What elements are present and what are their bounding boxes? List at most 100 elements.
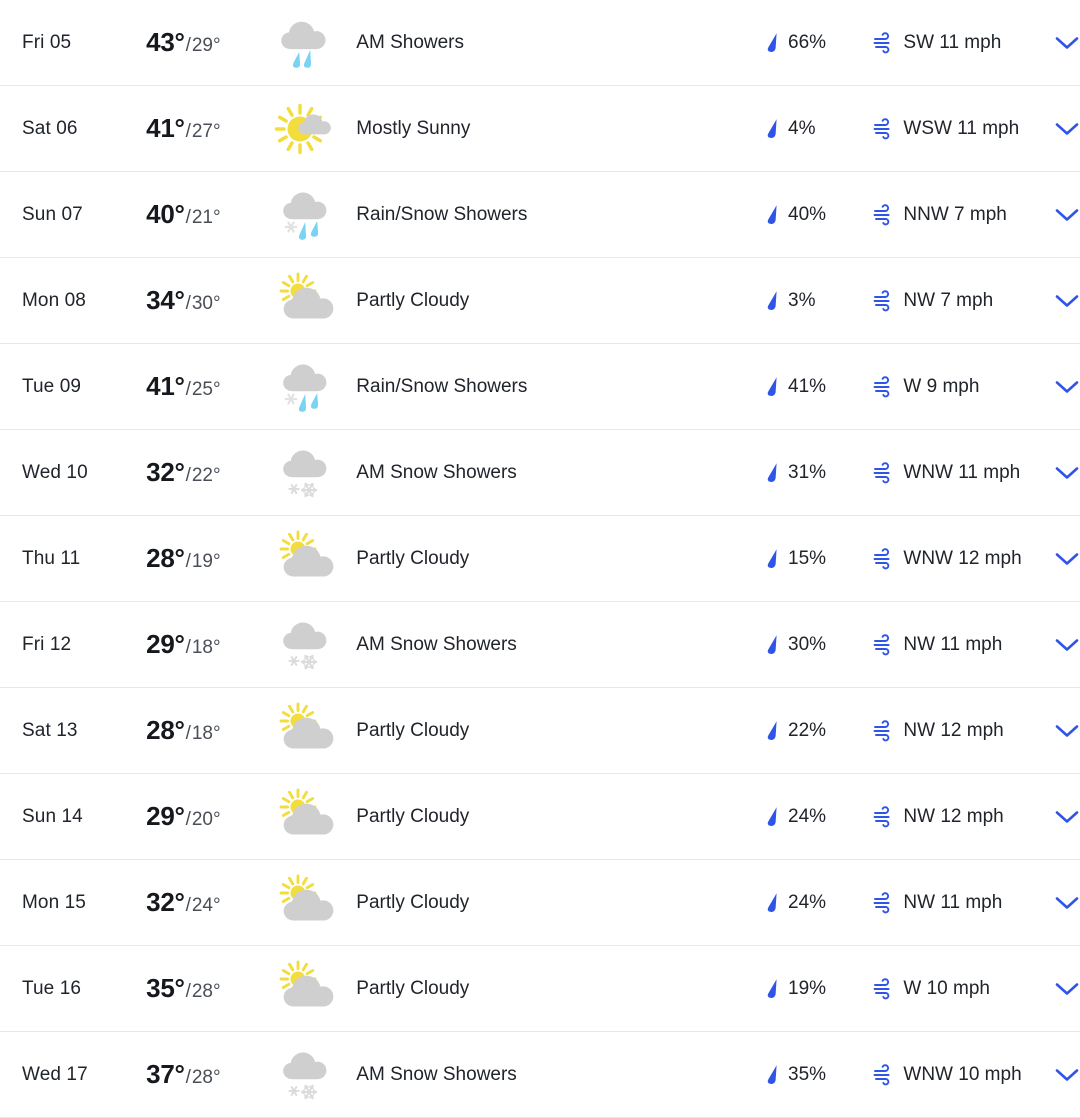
forecast-precipitation: 19% <box>765 977 873 1001</box>
forecast-row[interactable]: Tue 0941°/25°Rain/Snow Showers41%W 9 mph <box>0 344 1080 430</box>
temperature-separator: / <box>186 637 191 659</box>
forecast-row[interactable]: Sat 0641°/27°Mostly Sunny4%WSW 11 mph <box>0 86 1080 172</box>
temperature-high: 41° <box>146 371 184 402</box>
expand-row-button[interactable] <box>1036 637 1080 653</box>
forecast-wind: WNW 10 mph <box>873 1064 1036 1086</box>
wind-icon <box>873 291 895 311</box>
forecast-row[interactable]: Wed 1737°/28°AM Snow Showers35%WNW 10 mp… <box>0 1032 1080 1118</box>
forecast-day: Wed 17 <box>0 1064 146 1086</box>
condition-label: Partly Cloudy <box>356 720 469 742</box>
temperature-low: 22° <box>192 465 221 487</box>
wind-value: W 9 mph <box>903 376 979 398</box>
temperature-high: 35° <box>146 973 184 1004</box>
raindrop-icon <box>765 461 781 485</box>
temperature-separator: / <box>186 1067 191 1089</box>
chevron-down-icon[interactable] <box>1054 293 1080 309</box>
forecast-day: Sat 13 <box>0 720 146 742</box>
forecast-wind: W 9 mph <box>873 376 1036 398</box>
temperature-separator: / <box>186 379 191 401</box>
temperature-separator: / <box>186 723 191 745</box>
rain-showers-icon <box>274 12 350 74</box>
temperature-low: 27° <box>192 121 221 143</box>
raindrop-icon <box>765 633 781 657</box>
chevron-down-icon[interactable] <box>1054 637 1080 653</box>
temperature-separator: / <box>186 809 191 831</box>
forecast-row[interactable]: Sat 1328°/18°Partly Cloudy22%NW 12 mph <box>0 688 1080 774</box>
chevron-down-icon[interactable] <box>1054 1067 1080 1083</box>
temperature-low: 18° <box>192 723 221 745</box>
forecast-row[interactable]: Sun 0740°/21°Rain/Snow Showers40%NNW 7 m… <box>0 172 1080 258</box>
chevron-down-icon[interactable] <box>1054 35 1080 51</box>
partly-cloudy-icon <box>274 270 350 332</box>
temperature-separator: / <box>186 551 191 573</box>
forecast-row[interactable]: Tue 1635°/28°Partly Cloudy19%W 10 mph <box>0 946 1080 1032</box>
expand-row-button[interactable] <box>1036 551 1080 567</box>
precipitation-value: 41% <box>788 376 826 398</box>
expand-row-button[interactable] <box>1036 121 1080 137</box>
temperature-high: 32° <box>146 887 184 918</box>
condition-label: Partly Cloudy <box>356 892 469 914</box>
forecast-day: Fri 05 <box>0 32 146 54</box>
forecast-row[interactable]: Fri 1229°/18°AM Snow Showers30%NW 11 mph <box>0 602 1080 688</box>
expand-row-button[interactable] <box>1036 379 1080 395</box>
chevron-down-icon[interactable] <box>1054 551 1080 567</box>
wind-icon <box>873 119 895 139</box>
forecast-row[interactable]: Thu 1128°/19°Partly Cloudy15%WNW 12 mph <box>0 516 1080 602</box>
raindrop-icon <box>765 805 781 829</box>
temperature-low: 30° <box>192 293 221 315</box>
expand-row-button[interactable] <box>1036 465 1080 481</box>
forecast-row[interactable]: Mon 0834°/30°Partly Cloudy3%NW 7 mph <box>0 258 1080 344</box>
temperature-low: 19° <box>192 551 221 573</box>
forecast-row[interactable]: Fri 0543°/29°AM Showers66%SW 11 mph <box>0 0 1080 86</box>
chevron-down-icon[interactable] <box>1054 121 1080 137</box>
expand-row-button[interactable] <box>1036 1067 1080 1083</box>
raindrop-icon <box>765 1063 781 1087</box>
expand-row-button[interactable] <box>1036 293 1080 309</box>
chevron-down-icon[interactable] <box>1054 809 1080 825</box>
temperature-low: 29° <box>192 35 221 57</box>
expand-row-button[interactable] <box>1036 895 1080 911</box>
expand-row-button[interactable] <box>1036 809 1080 825</box>
forecast-wind: WSW 11 mph <box>873 118 1036 140</box>
condition-label: AM Snow Showers <box>356 462 517 484</box>
chevron-down-icon[interactable] <box>1054 895 1080 911</box>
wind-value: NW 11 mph <box>903 892 1002 914</box>
wind-value: NW 7 mph <box>903 290 993 312</box>
snow-showers-icon <box>274 442 350 504</box>
chevron-down-icon[interactable] <box>1054 723 1080 739</box>
wind-value: WNW 11 mph <box>903 462 1020 484</box>
temperature-high: 37° <box>146 1059 184 1090</box>
forecast-condition: Partly Cloudy <box>272 786 765 848</box>
forecast-temperature: 37°/28° <box>146 1059 272 1090</box>
wind-value: WSW 11 mph <box>903 118 1019 140</box>
chevron-down-icon[interactable] <box>1054 379 1080 395</box>
condition-label: Partly Cloudy <box>356 290 469 312</box>
temperature-separator: / <box>186 465 191 487</box>
forecast-row[interactable]: Mon 1532°/24°Partly Cloudy24%NW 11 mph <box>0 860 1080 946</box>
temperature-separator: / <box>186 35 191 57</box>
expand-row-button[interactable] <box>1036 723 1080 739</box>
forecast-day: Tue 09 <box>0 376 146 398</box>
chevron-down-icon[interactable] <box>1054 981 1080 997</box>
temperature-low: 25° <box>192 379 221 401</box>
wind-value: WNW 10 mph <box>903 1064 1021 1086</box>
forecast-row[interactable]: Wed 1032°/22°AM Snow Showers31%WNW 11 mp… <box>0 430 1080 516</box>
chevron-down-icon[interactable] <box>1054 207 1080 223</box>
forecast-day: Thu 11 <box>0 548 146 570</box>
wind-value: NW 12 mph <box>903 806 1003 828</box>
wind-value: NNW 7 mph <box>903 204 1006 226</box>
forecast-condition: AM Snow Showers <box>272 614 765 676</box>
raindrop-icon <box>765 375 781 399</box>
chevron-down-icon[interactable] <box>1054 465 1080 481</box>
expand-row-button[interactable] <box>1036 207 1080 223</box>
precipitation-value: 35% <box>788 1064 826 1086</box>
rain-snow-showers-icon <box>274 356 350 418</box>
forecast-wind: SW 11 mph <box>873 32 1036 54</box>
expand-row-button[interactable] <box>1036 981 1080 997</box>
precipitation-value: 40% <box>788 204 826 226</box>
forecast-condition: AM Snow Showers <box>272 442 765 504</box>
expand-row-button[interactable] <box>1036 35 1080 51</box>
forecast-precipitation: 30% <box>765 633 873 657</box>
forecast-wind: NW 12 mph <box>873 720 1036 742</box>
forecast-row[interactable]: Sun 1429°/20°Partly Cloudy24%NW 12 mph <box>0 774 1080 860</box>
